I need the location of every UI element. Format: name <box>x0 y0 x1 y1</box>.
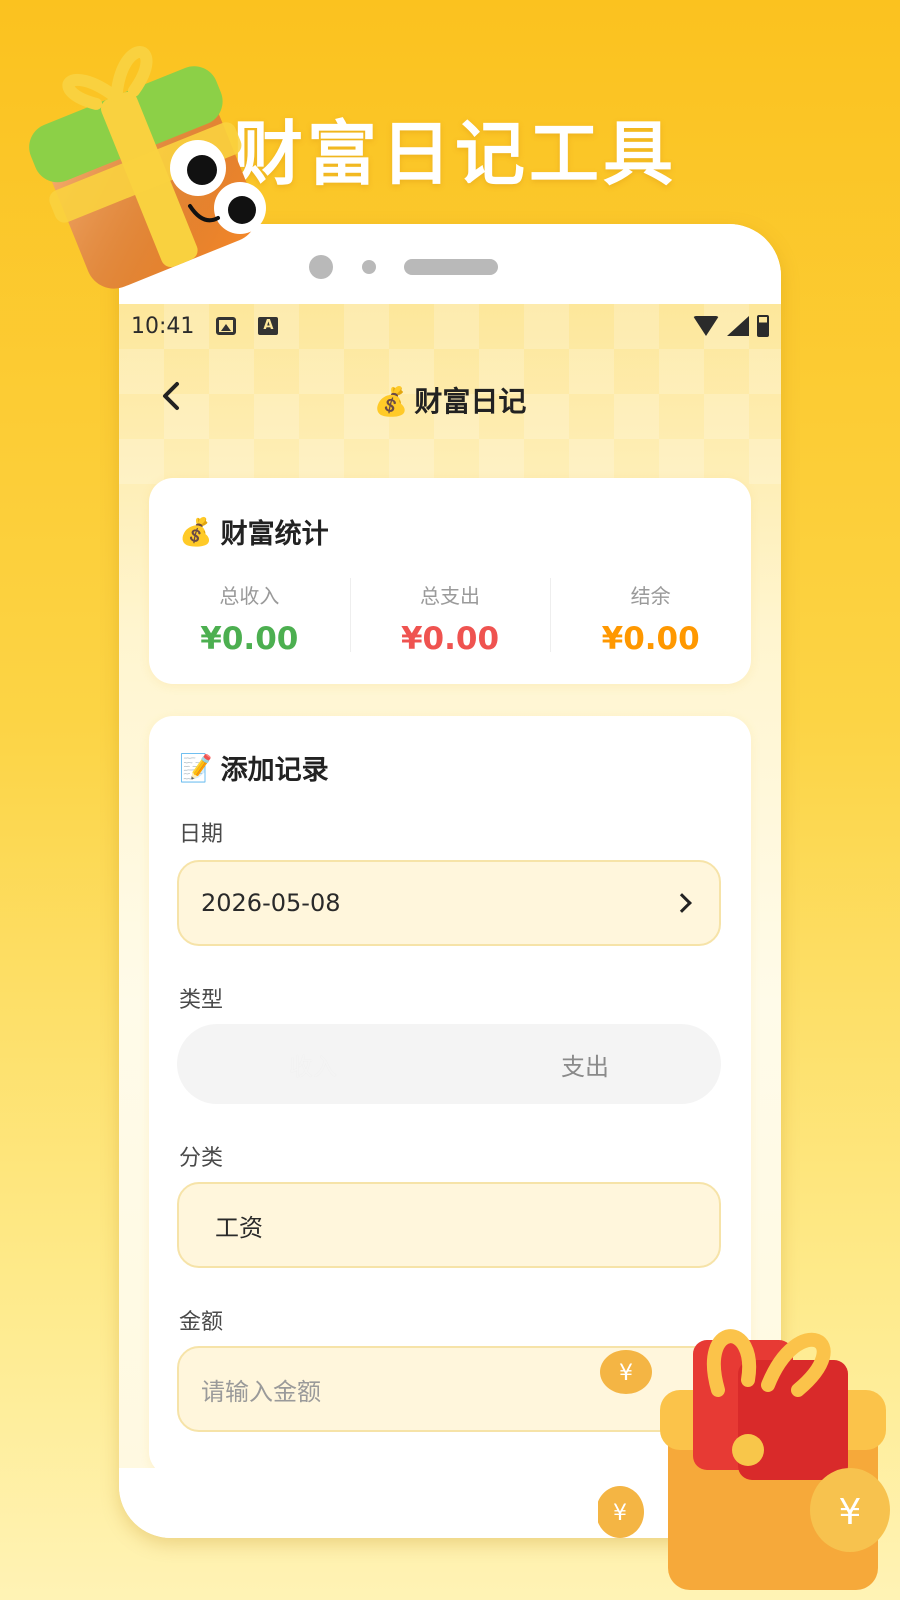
a-notification-icon: A <box>258 317 279 335</box>
stat-value: ¥0.00 <box>200 621 299 657</box>
category-label: 分类 <box>179 1146 224 1171</box>
date-value: 2026-05-08 <box>201 889 341 917</box>
stat-total-income: 总收入 ¥0.00 <box>149 578 350 657</box>
type-segmented-control: 收入 支出 <box>177 1024 721 1104</box>
amount-placeholder: 请输入金额 <box>201 1377 321 1406</box>
stat-value: ¥0.00 <box>400 621 500 657</box>
page-title: 💰 财富日记 <box>119 380 781 420</box>
stat-label: 总支出 <box>420 584 480 608</box>
memo-icon: 📝 <box>179 752 213 784</box>
svg-text:¥: ¥ <box>619 1361 633 1386</box>
svg-text:¥: ¥ <box>613 1501 627 1526</box>
status-bar: 10:41 A <box>119 304 781 348</box>
stat-label: 结余 <box>630 584 671 608</box>
stats-card-title: 💰 财富统计 <box>179 512 329 551</box>
type-label: 类型 <box>179 988 224 1013</box>
stat-label: 总收入 <box>219 584 280 608</box>
image-notification-icon <box>216 317 237 335</box>
amount-label: 金额 <box>179 1310 224 1335</box>
battery-icon <box>757 315 769 337</box>
nav-bar: 💰 财富日记 <box>119 354 781 438</box>
stats-row: 总收入 ¥0.00 总支出 ¥0.00 结余 ¥0.00 <box>149 578 751 657</box>
date-picker[interactable]: 2026-05-08 <box>177 860 721 946</box>
gift-box-mascot-icon <box>29 46 266 289</box>
svg-text:¥: ¥ <box>839 1492 862 1533</box>
type-option-income[interactable]: 收入 <box>177 1047 449 1082</box>
front-camera <box>309 255 333 279</box>
type-option-expense[interactable]: 支出 <box>449 1047 721 1082</box>
money-bag-icon: 💰 <box>373 385 409 418</box>
stat-balance: 结余 ¥0.00 <box>550 578 751 657</box>
chevron-right-icon <box>672 893 692 913</box>
red-envelope-gift-icon: ¥ ¥ ¥ <box>598 1329 890 1590</box>
stats-card: 💰 财富统计 总收入 ¥0.00 总支出 ¥0.00 结余 ¥0.00 <box>149 478 751 684</box>
category-field[interactable]: 工资 <box>177 1182 721 1268</box>
stats-title-text: 财富统计 <box>220 519 329 550</box>
status-time: 10:41 <box>131 313 195 339</box>
signal-icon <box>727 316 749 336</box>
stat-total-expense: 总支出 ¥0.00 <box>349 578 551 657</box>
add-record-title-text: 添加记录 <box>220 755 329 786</box>
category-value: 工资 <box>215 1213 263 1242</box>
add-record-title: 📝 添加记录 <box>179 748 329 787</box>
stat-value: ¥0.00 <box>601 621 700 657</box>
date-label: 日期 <box>179 822 224 847</box>
wifi-icon <box>693 316 719 336</box>
money-bag-icon: 💰 <box>179 516 213 548</box>
sensor <box>362 260 376 274</box>
page-title-text: 财富日记 <box>414 385 527 418</box>
earpiece-speaker <box>404 259 498 275</box>
